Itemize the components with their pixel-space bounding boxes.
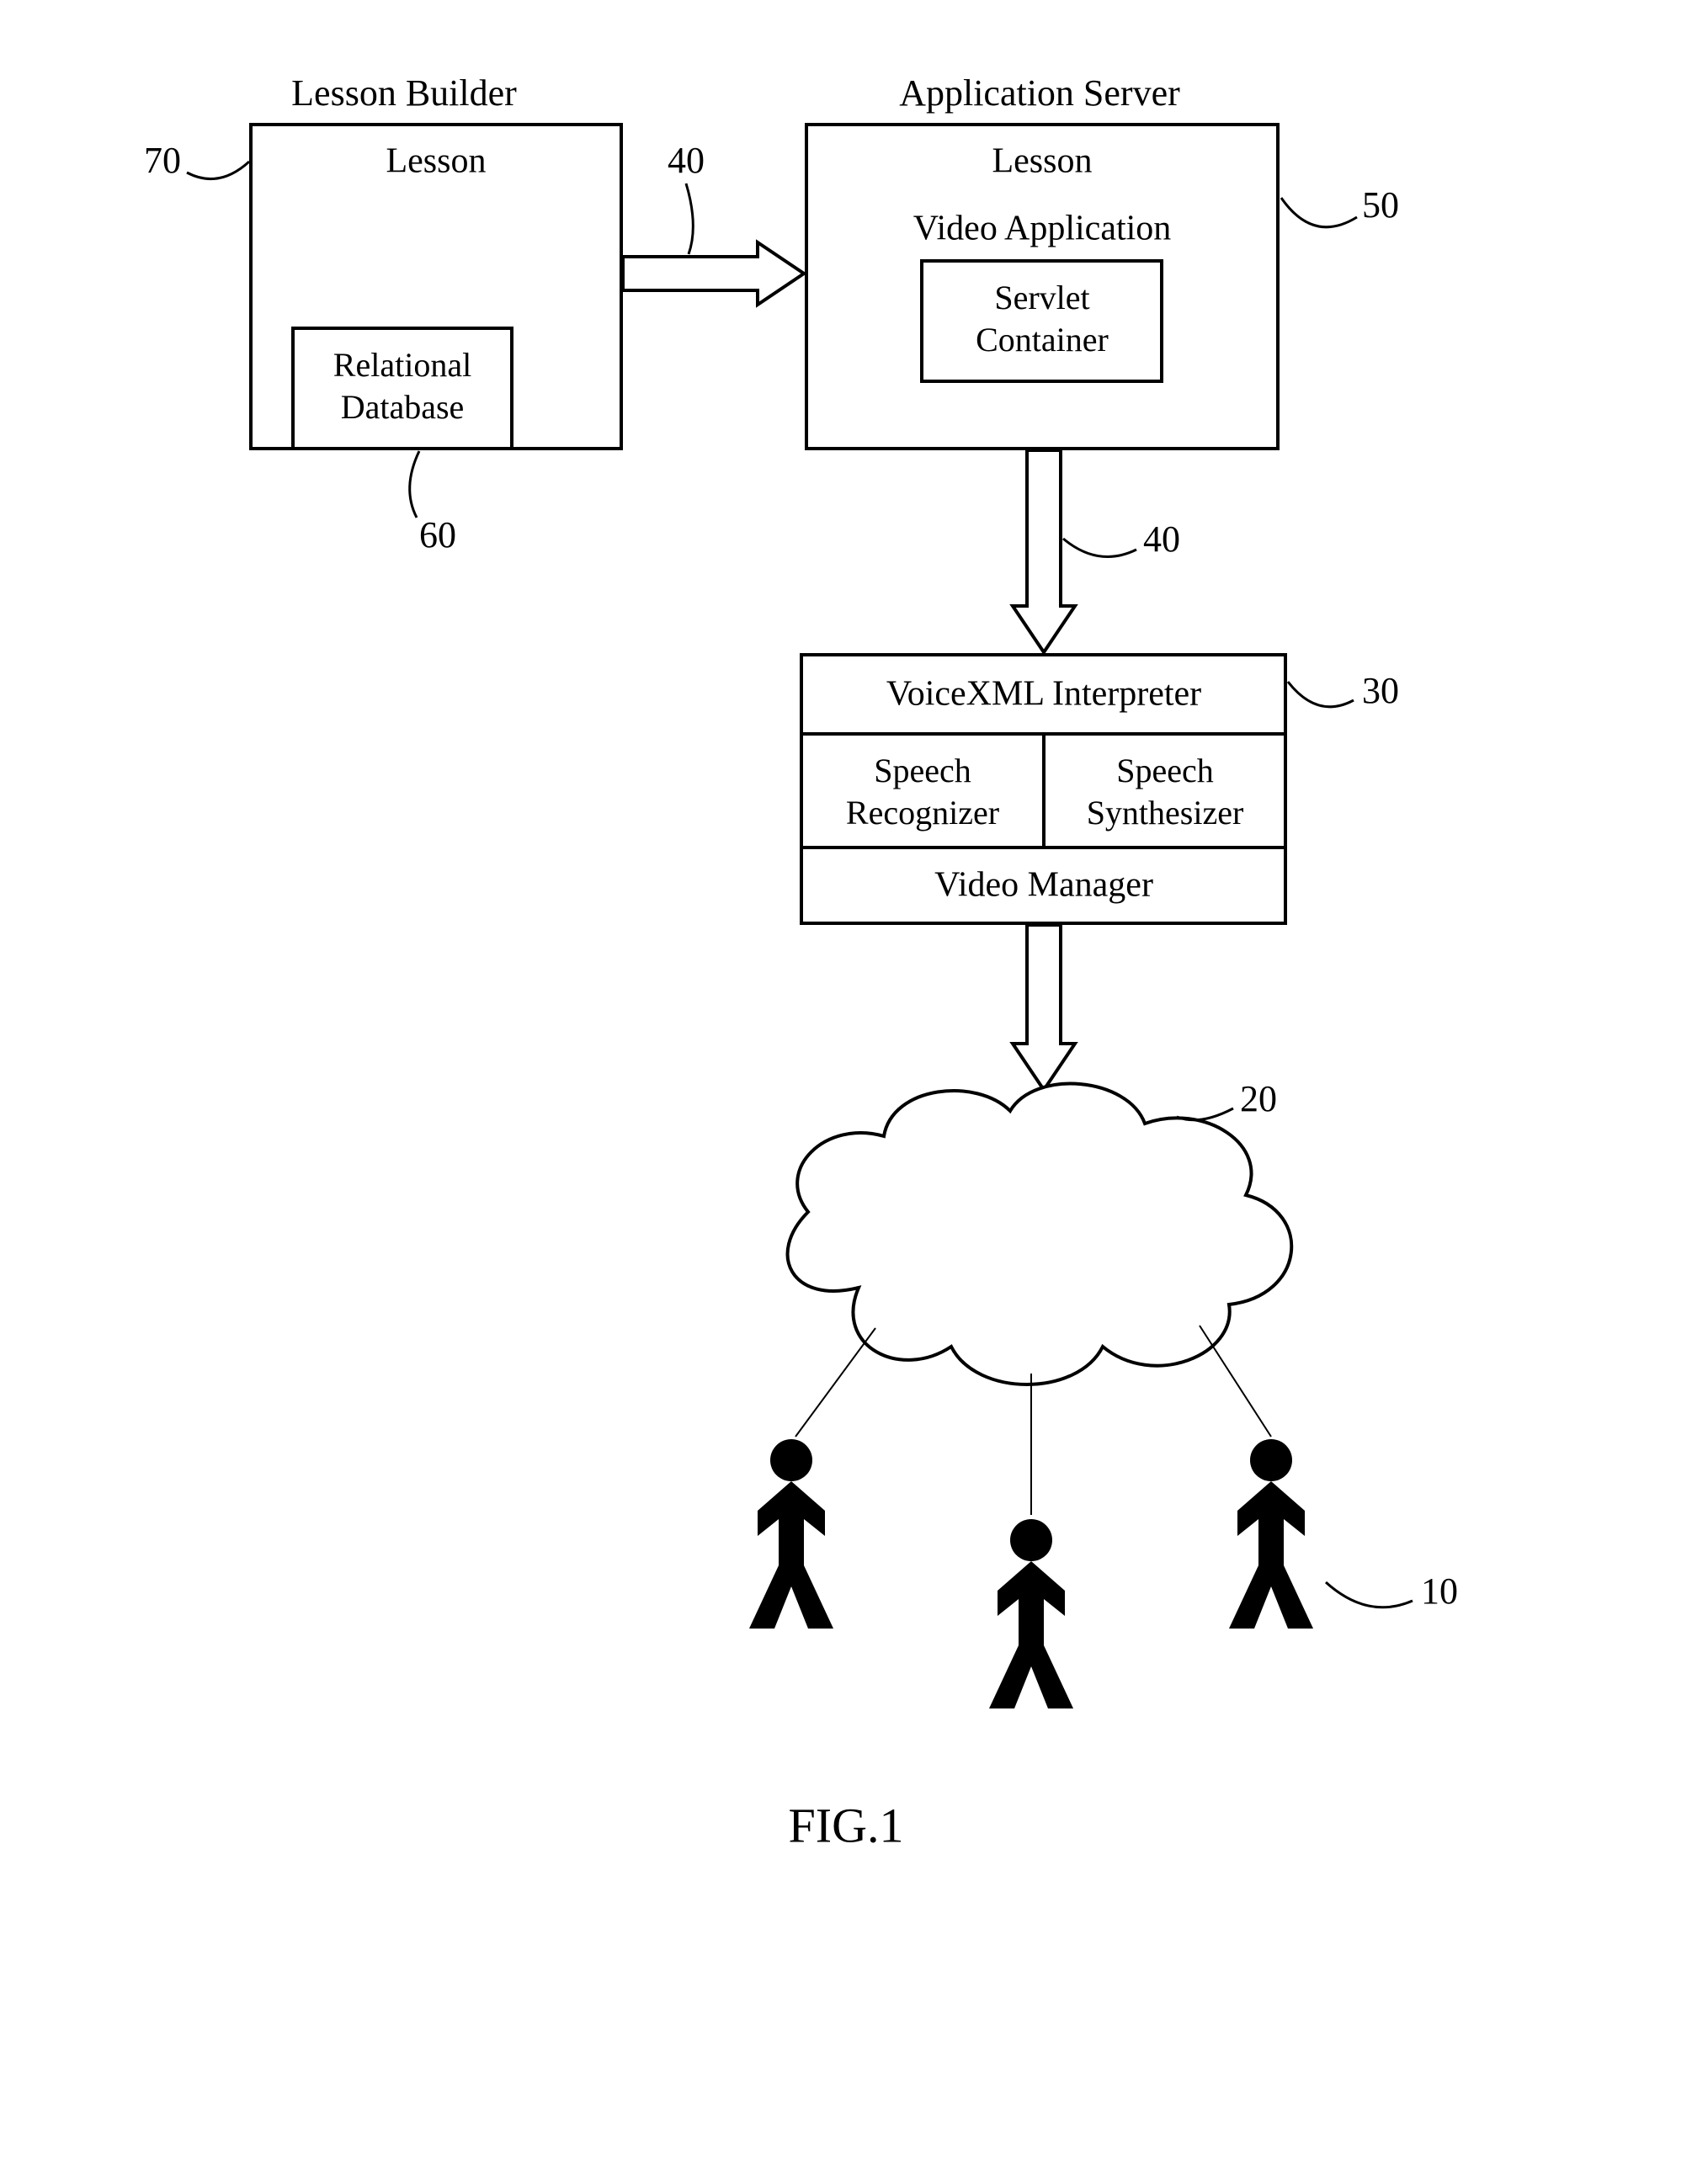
leader-20 xyxy=(1177,1108,1233,1120)
leader-40b xyxy=(1063,539,1136,556)
leader-40a xyxy=(686,183,693,254)
arrow-vertical-1 xyxy=(1013,450,1075,652)
speech-synthesizer-l2: Synthesizer xyxy=(1087,794,1244,832)
person-icon-left xyxy=(749,1439,833,1629)
cloud-icon xyxy=(788,1084,1292,1384)
voicexml-interpreter-text: VoiceXML Interpreter xyxy=(886,675,1201,714)
application-server-lesson-text: Lesson xyxy=(992,142,1093,181)
ref-20: 20 xyxy=(1240,1078,1277,1119)
video-manager-text: Video Manager xyxy=(934,866,1153,905)
leader-10 xyxy=(1326,1582,1413,1607)
relational-database-line1: Relational xyxy=(333,346,471,384)
ref-40b: 40 xyxy=(1143,518,1180,560)
ref-30: 30 xyxy=(1362,670,1399,711)
lesson-builder-header: Lesson Builder xyxy=(291,72,517,114)
speech-recognizer-l1: Speech xyxy=(874,752,971,789)
servlet-container-line1: Servlet xyxy=(994,279,1089,316)
lesson-builder-lesson-text: Lesson xyxy=(386,142,487,181)
speech-recognizer-l2: Recognizer xyxy=(846,794,999,832)
person-icon-middle xyxy=(989,1519,1073,1708)
arrow-horizontal xyxy=(623,242,804,305)
figure-label: FIG.1 xyxy=(789,1798,904,1852)
leader-50 xyxy=(1281,198,1357,227)
ref-50: 50 xyxy=(1362,184,1399,226)
leader-70 xyxy=(187,162,249,179)
person-icon-right xyxy=(1229,1439,1313,1629)
leader-60 xyxy=(410,451,419,518)
video-application-text: Video Application xyxy=(913,210,1172,248)
arrow-vertical-2 xyxy=(1013,925,1075,1090)
relational-database-line2: Database xyxy=(341,388,465,426)
ref-60: 60 xyxy=(419,514,456,555)
leader-30 xyxy=(1288,682,1354,707)
ref-40a: 40 xyxy=(668,140,705,181)
servlet-container-line2: Container xyxy=(976,321,1109,359)
cloud-person1-conn xyxy=(795,1328,875,1437)
ref-70: 70 xyxy=(144,140,181,181)
voice-block: VoiceXML Interpreter Speech Recognizer S… xyxy=(801,655,1285,923)
cloud-person3-conn xyxy=(1200,1326,1271,1437)
ref-10: 10 xyxy=(1421,1570,1458,1612)
application-server-header: Application Server xyxy=(899,72,1180,114)
speech-synthesizer-l1: Speech xyxy=(1116,752,1214,789)
